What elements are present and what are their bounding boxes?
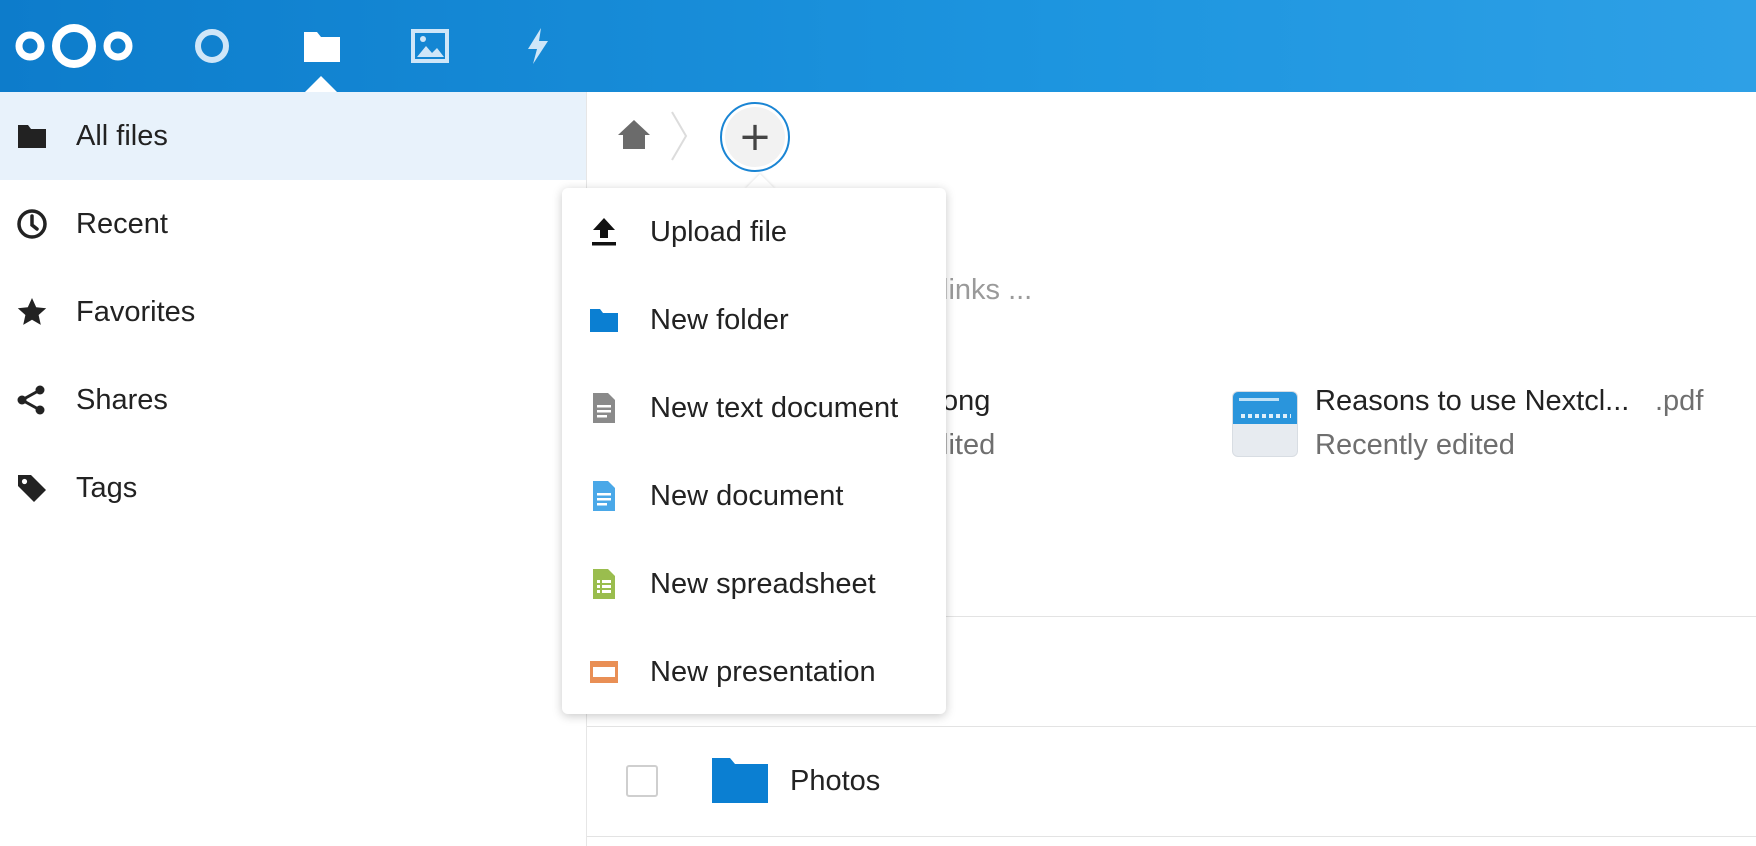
menu-caret: [745, 174, 775, 189]
recent-item-name[interactable]: Reasons to use Nextcl...: [1315, 385, 1629, 418]
sidebar-item-shares[interactable]: Shares: [0, 356, 586, 444]
sidebar-item-favorites[interactable]: Favorites: [0, 268, 586, 356]
folder-icon: [14, 118, 50, 154]
recent-item-status: Recently edited: [1315, 429, 1515, 461]
dashboard-app-icon[interactable]: [186, 20, 238, 72]
divider: [587, 836, 1756, 837]
pdf-thumbnail[interactable]: [1232, 391, 1298, 457]
activity-app-icon[interactable]: [512, 20, 564, 72]
breadcrumb-separator: [669, 110, 689, 162]
sidebar-item-all-files[interactable]: All files: [0, 92, 586, 180]
recent-item-status: lited: [942, 429, 996, 461]
menu-item-new-folder[interactable]: New folder: [562, 276, 946, 364]
sidebar-item-label: All files: [76, 119, 168, 152]
clock-icon: [14, 206, 50, 242]
menu-item-new-presentation[interactable]: New presentation: [562, 628, 946, 716]
new-button[interactable]: +: [720, 102, 790, 172]
sidebar-item-label: Favorites: [76, 295, 196, 328]
home-icon[interactable]: [615, 116, 653, 154]
tag-icon: [14, 470, 50, 506]
sidebar-item-recent[interactable]: Recent: [0, 180, 586, 268]
folder-icon[interactable]: [711, 756, 769, 804]
sidebar-item-label: Tags: [76, 471, 138, 504]
recent-item-extension: .pdf: [1655, 385, 1704, 417]
upload-icon: [588, 216, 620, 248]
row-checkbox[interactable]: [626, 765, 658, 797]
file-name[interactable]: Photos: [790, 765, 880, 798]
spreadsheet-icon: [588, 568, 620, 600]
sidebar-item-tags[interactable]: Tags: [0, 444, 586, 532]
photos-app-icon[interactable]: [404, 20, 456, 72]
plus-icon: +: [738, 114, 772, 160]
menu-item-label: Upload file: [650, 215, 788, 248]
menu-item-new-document[interactable]: New document: [562, 452, 946, 540]
new-file-menu: Upload file New folder New text document…: [562, 188, 946, 714]
text-document-icon: [588, 392, 620, 424]
menu-item-label: New text document: [650, 391, 899, 424]
sidebar: All files Recent Favorites Shares Tags: [0, 92, 587, 846]
menu-item-new-text-document[interactable]: New text document: [562, 364, 946, 452]
partial-links-text: links ...: [942, 274, 1033, 306]
files-app-icon[interactable]: [296, 20, 348, 72]
menu-item-label: New spreadsheet: [650, 567, 876, 600]
menu-item-upload-file[interactable]: Upload file: [562, 188, 946, 276]
menu-item-label: New document: [650, 479, 844, 512]
presentation-icon: [588, 656, 620, 688]
menu-item-new-spreadsheet[interactable]: New spreadsheet: [562, 540, 946, 628]
top-bar: [0, 0, 1756, 92]
sidebar-item-label: Recent: [76, 207, 168, 240]
active-app-indicator: [305, 76, 337, 92]
menu-item-label: New presentation: [650, 655, 876, 688]
recent-item-name[interactable]: ong: [942, 385, 990, 418]
sidebar-item-label: Shares: [76, 383, 168, 416]
menu-item-label: New folder: [650, 303, 789, 336]
folder-icon: [588, 304, 620, 336]
divider: [587, 726, 1756, 727]
nextcloud-logo[interactable]: [12, 20, 136, 72]
document-icon: [588, 480, 620, 512]
share-icon: [14, 382, 50, 418]
star-icon: [14, 294, 50, 330]
